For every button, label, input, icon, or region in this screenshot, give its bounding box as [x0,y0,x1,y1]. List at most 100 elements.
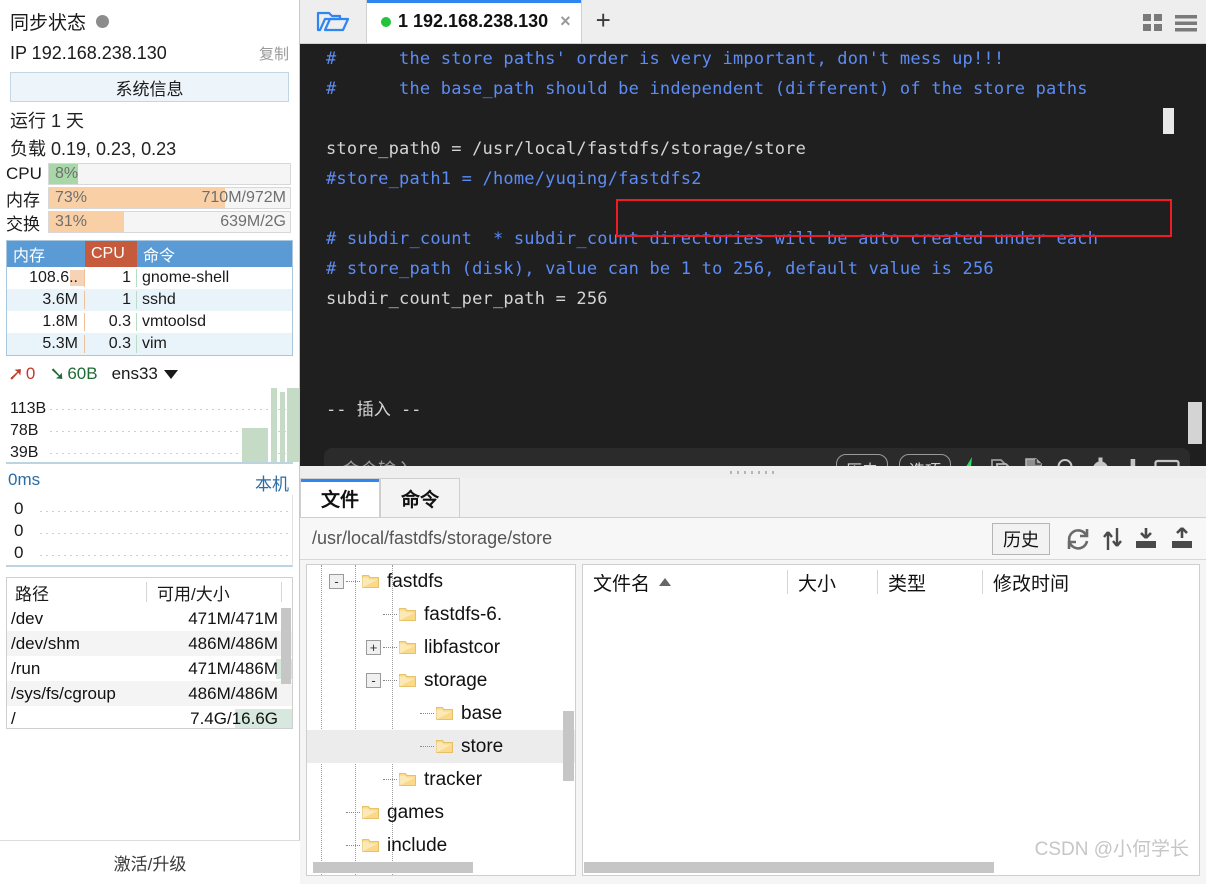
grid-view-icon[interactable] [1142,12,1164,39]
disk-header-size[interactable]: 可用/大小 [147,582,282,604]
process-row[interactable]: 5.3M 0.3 vim [7,333,292,355]
disk-size-cell: 486M/486M [188,683,278,703]
terminal-line-0: # the store paths' order is very importa… [326,49,1005,69]
file-list[interactable]: 文件名 大小 类型 修改时间 CSDN @小何学长 [582,564,1200,876]
command-history-button[interactable]: 历史 [835,454,888,466]
terminal-tab-bar: 1 192.168.238.130 × + [300,0,1206,44]
process-table: 内存 CPU 命令 108.6.. 1 gnome-shell 3.6M 1 s… [6,240,293,356]
close-icon[interactable]: × [560,11,571,32]
process-header-memory[interactable]: 内存 [7,241,85,267]
folder-icon [362,839,379,852]
process-command-cell: vim [142,335,167,352]
process-command-cell: gnome-shell [142,269,230,286]
disk-table-header: 路径 可用/大小 [7,578,292,606]
network-interface-selector[interactable]: ens33 [112,364,178,384]
disk-usage-table: 路径 可用/大小 /dev 471M/471M /dev/shm 486M/48… [6,577,293,729]
disk-row[interactable]: /dev/shm 486M/486M [7,631,292,656]
tree-horizontal-scrollbar[interactable] [313,862,473,873]
process-header-command[interactable]: 命令 [137,241,292,267]
folder-icon [399,674,416,687]
tree-node-fastdfs[interactable]: - fastdfs [307,565,575,598]
load-average-label: 负载 0.19, 0.23, 0.23 [10,139,177,159]
tree-node-fastdfs-6.[interactable]: fastdfs-6. [307,598,575,631]
lightning-bolt-icon[interactable] [962,457,979,466]
gear-icon[interactable] [1089,457,1112,466]
tree-node-base[interactable]: base [307,697,575,730]
paste-clipboard-icon[interactable] [1023,457,1045,466]
tree-node-libfastcor[interactable]: + libfastcor [307,631,575,664]
file-column-header-1[interactable]: 大小 [788,570,878,595]
transfer-updown-icon[interactable] [1101,526,1123,552]
connection-status-icon [381,16,391,27]
file-browser-panel: 文件 命令 /usr/local/fastdfs/storage/store 历史 [300,478,1206,884]
command-options-button[interactable]: 选项 [898,454,951,466]
open-folder-button[interactable] [300,0,366,43]
main-area: 1 192.168.238.130 × + # the store paths'… [300,0,1206,884]
file-list-horizontal-scrollbar[interactable] [584,862,994,873]
directory-tree[interactable]: - fastdfs fastdfs-6. + libfastcor - storage… [306,564,576,876]
file-column-label-0: 文件名 [593,573,651,595]
file-column-header-0[interactable]: 文件名 [583,570,788,595]
tree-node-include[interactable]: include [307,829,575,862]
activate-upgrade-button[interactable]: 激活/升级 [0,840,300,884]
disk-path-cell: / [11,708,16,728]
latency-host-label: 本机 [255,475,289,494]
disk-table-scrollbar[interactable] [281,608,291,684]
disk-row[interactable]: /sys/fs/cgroup 486M/486M [7,681,292,706]
download-file-icon[interactable] [1133,526,1159,552]
window-panel-icon[interactable] [1154,457,1180,466]
current-path-label[interactable]: /usr/local/fastdfs/storage/store [312,528,992,549]
network-y-label: 39B [10,444,39,461]
meter-value-2: 639M/2G [220,213,286,230]
disk-row[interactable]: /run 471M/486M [7,656,292,681]
upload-file-icon[interactable] [1169,526,1195,552]
copy-ip-button[interactable]: 复制 [259,43,289,64]
terminal-lines: # the store paths' order is very importa… [300,44,1206,314]
process-row[interactable]: 108.6.. 1 gnome-shell [7,267,292,289]
terminal-tab-active[interactable]: 1 192.168.238.130 × [366,0,582,43]
menu-hamburger-icon[interactable] [1174,12,1198,39]
file-column-header-3[interactable]: 修改时间 [983,570,1163,595]
refresh-icon[interactable] [1065,526,1091,552]
arrow-down-icon: ➘ [49,363,66,385]
tree-node-tracker[interactable]: tracker [307,763,575,796]
copy-files-icon[interactable] [990,457,1012,466]
tree-node-label: include [387,834,448,856]
tree-node-games[interactable]: games [307,796,575,829]
panel-splitter[interactable] [300,466,1206,478]
meter-percent-2: 31% [55,213,88,230]
file-panel-tab-0[interactable]: 文件 [300,478,381,517]
system-info-button[interactable]: 系统信息 [10,72,289,102]
network-y-label: 113B [10,400,47,417]
tree-node-storage[interactable]: - storage [307,664,575,697]
new-tab-button[interactable]: + [582,7,625,37]
process-row[interactable]: 3.6M 1 sshd [7,289,292,311]
file-panel-tab-1[interactable]: 命令 [380,478,461,517]
path-history-button[interactable]: 历史 [992,522,1050,555]
meter-label-1: 内存 [6,190,40,210]
disk-row[interactable]: /dev 471M/471M [7,606,292,631]
command-input-bar[interactable]: 命令输入 历史 选项 [324,448,1190,466]
terminal-output[interactable]: # the store paths' order is very importa… [300,44,1206,466]
tree-node-store[interactable]: store [307,730,575,763]
process-memory-cell: 3.6M [7,291,85,309]
terminal-cursor [1163,108,1174,134]
tree-toggle-storage[interactable]: - [366,673,381,688]
file-column-header-2[interactable]: 类型 [878,570,983,595]
download-arrow-icon[interactable] [1123,457,1143,466]
vim-mode-label: -- 插入 -- [326,399,422,420]
disk-header-path[interactable]: 路径 [7,582,147,604]
process-row[interactable]: 1.8M 0.3 vmtoolsd [7,311,292,333]
tree-node-label: base [461,702,503,724]
tree-toggle-fastdfs[interactable]: - [329,574,344,589]
terminal-scrollbar[interactable] [1188,402,1202,444]
search-icon[interactable] [1056,457,1078,466]
splitter-grip-icon [730,470,776,474]
latency-gridline [40,555,288,556]
tree-toggle-libfastcor[interactable]: + [366,640,381,655]
tree-vertical-scrollbar[interactable] [563,711,574,781]
process-header-cpu[interactable]: CPU [85,241,137,267]
disk-row[interactable]: / 7.4G/16.6G [7,706,292,728]
network-gridline [50,409,289,410]
process-command-cell: vmtoolsd [142,313,207,330]
